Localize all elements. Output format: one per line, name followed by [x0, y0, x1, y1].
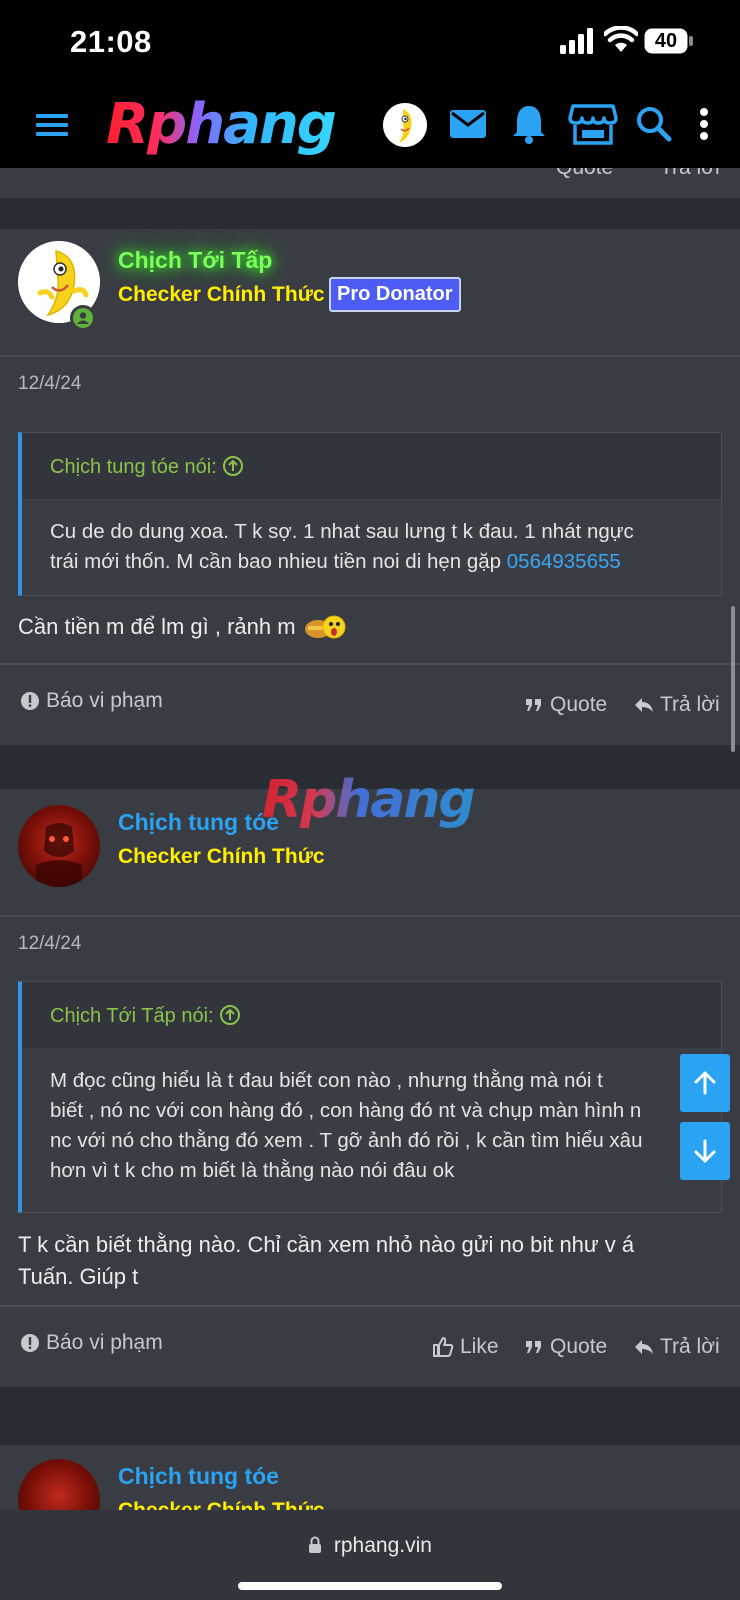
go-to-quote-icon[interactable]: [219, 1004, 241, 1026]
user-title: Checker Chính Thức: [118, 845, 325, 868]
browser-bar: rphang.vin: [0, 1510, 740, 1600]
post: Chịch tung tóe Checker Chính Thức: [0, 1445, 740, 1510]
status-bar: 21:08 40: [0, 0, 740, 84]
post-footer: Báo vi phạm Like Quote Trả lời: [0, 1305, 740, 1387]
reply-button[interactable]: Trả lời: [634, 693, 720, 717]
lock-icon: [309, 1536, 322, 1553]
blockquote: Chịch tung tóe nói: Cu de do dung xoa. T…: [18, 432, 722, 596]
user-title: Checker Chính Thức: [118, 1499, 325, 1510]
reply-button[interactable]: Trả lời: [660, 168, 720, 180]
post-header: Chịch Tới Tấp Checker Chính Thức Pro Don…: [0, 229, 740, 357]
emoji-icon: [304, 615, 346, 639]
quote-icon: [526, 699, 541, 711]
quote-author[interactable]: Chịch tung tóe nói:: [50, 455, 244, 479]
quote-body: M đọc cũng hiểu là t đau biết con nào , …: [22, 1048, 721, 1212]
quote-icon: [526, 1341, 541, 1353]
mail-icon[interactable]: [446, 102, 490, 146]
wifi-icon: [604, 26, 638, 52]
quote-button[interactable]: Quote: [524, 693, 607, 717]
alert-icon: [21, 692, 39, 710]
status-time: 21:08: [70, 24, 152, 59]
pro-donator-badge: Pro Donator: [329, 277, 461, 312]
store-icon[interactable]: [568, 102, 618, 146]
thumbs-up-icon: [433, 1337, 454, 1357]
post-message: Cần tiền m để lm gì , rảnh m: [18, 611, 348, 643]
go-to-quote-icon[interactable]: [222, 455, 244, 477]
report-button[interactable]: Báo vi phạm: [20, 689, 163, 713]
report-button[interactable]: Báo vi phạm: [20, 1331, 163, 1355]
reply-button[interactable]: Trả lời: [634, 1335, 720, 1359]
battery-icon: 40: [644, 28, 694, 54]
bell-icon[interactable]: [507, 102, 551, 146]
menu-icon[interactable]: [34, 110, 70, 140]
quote-button[interactable]: Quote: [556, 168, 613, 180]
alert-icon: [21, 1334, 39, 1352]
address-bar[interactable]: rphang.vin: [0, 1534, 740, 1558]
arrow-up-icon: [694, 1071, 716, 1095]
blockquote: Chịch Tới Tấp nói: M đọc cũng hiểu là t …: [18, 981, 722, 1213]
scrollbar[interactable]: [731, 606, 735, 752]
scroll-to-bottom-button[interactable]: [680, 1122, 730, 1180]
watermark-logo: Rphang: [262, 770, 476, 830]
more-options-icon[interactable]: [684, 102, 724, 146]
post-message: T k cần biết thằng nào. Chỉ cần xem nhỏ …: [18, 1232, 635, 1289]
post-username[interactable]: Chịch tung tóe: [118, 809, 279, 836]
quote-body: Cu de do dung xoa. T k sợ. 1 nhat sau lư…: [22, 499, 721, 595]
quote-button[interactable]: Quote: [524, 1335, 607, 1359]
user-title: Checker Chính Thức: [118, 283, 325, 306]
quote-author[interactable]: Chịch Tới Tấp nói:: [50, 1004, 241, 1028]
like-button[interactable]: Like: [432, 1335, 499, 1359]
battery-level: 40: [654, 30, 678, 52]
online-status-icon: [70, 305, 96, 331]
reply-icon: [635, 1340, 653, 1354]
site-logo[interactable]: Rphang: [106, 92, 337, 157]
post-date[interactable]: 12/4/24: [18, 373, 81, 395]
user-avatar[interactable]: [383, 103, 427, 147]
phone-link[interactable]: 0564935655: [507, 550, 621, 573]
scroll-to-top-button[interactable]: [680, 1054, 730, 1112]
avatar[interactable]: [18, 1459, 100, 1510]
post-username[interactable]: Chịch Tới Tấp: [118, 247, 272, 274]
post: Chịch tung tóe Checker Chính Thức 12/4/2…: [0, 789, 740, 1387]
post-username[interactable]: Chịch tung tóe: [118, 1463, 279, 1490]
thread-content: Quote Trả lời Chịch Tới Tấp Checker C: [0, 168, 740, 1510]
arrow-down-icon: [694, 1139, 716, 1163]
reply-icon: [635, 698, 653, 712]
post-date[interactable]: 12/4/24: [18, 933, 81, 955]
site-header: Rphang: [0, 84, 740, 168]
signal-icon: [560, 28, 593, 54]
search-icon[interactable]: [632, 102, 676, 146]
avatar[interactable]: [18, 805, 100, 887]
previous-post-footer: Quote Trả lời: [0, 168, 740, 198]
post: Chịch Tới Tấp Checker Chính Thức Pro Don…: [0, 229, 740, 745]
home-indicator[interactable]: [238, 1582, 502, 1590]
post-footer: Báo vi phạm Quote Trả lời: [0, 663, 740, 745]
